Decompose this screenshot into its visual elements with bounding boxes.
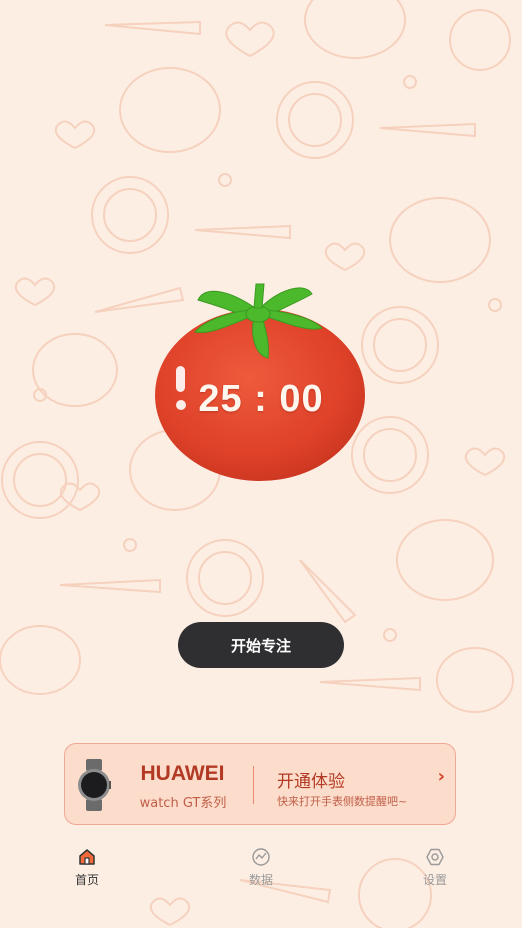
chart-icon (252, 848, 270, 866)
promo-subtitle: 快来打开手表侧数提醒吧~ (277, 795, 408, 808)
tab-settings[interactable]: 设置 (390, 845, 480, 888)
chevron-right-icon: › (437, 766, 445, 787)
tomato-timer: 25 : 00 (150, 270, 370, 485)
timer-display: 25 : 00 (198, 378, 324, 420)
bottom-tab-bar: 首页 数据 设置 (0, 845, 522, 895)
tab-home[interactable]: 首页 (42, 845, 132, 888)
watch-model: watch GT系列 (139, 796, 227, 811)
banner-divider (253, 766, 254, 804)
smartwatch-icon (78, 759, 111, 811)
promo-title: 开通体验 (277, 772, 345, 792)
start-focus-button[interactable]: 开始专注 (178, 622, 344, 668)
home-icon (79, 849, 95, 865)
tab-data-label: 数据 (248, 873, 273, 887)
tab-data[interactable]: 数据 (216, 845, 306, 888)
settings-icon (426, 848, 444, 866)
tab-settings-label: 设置 (422, 873, 447, 887)
watch-promo-banner[interactable]: HUAWEI watch GT系列 开通体验 快来打开手表侧数提醒吧~ › (64, 743, 456, 825)
brand-name: HUAWEI (140, 762, 225, 785)
tab-home-label: 首页 (74, 873, 99, 887)
